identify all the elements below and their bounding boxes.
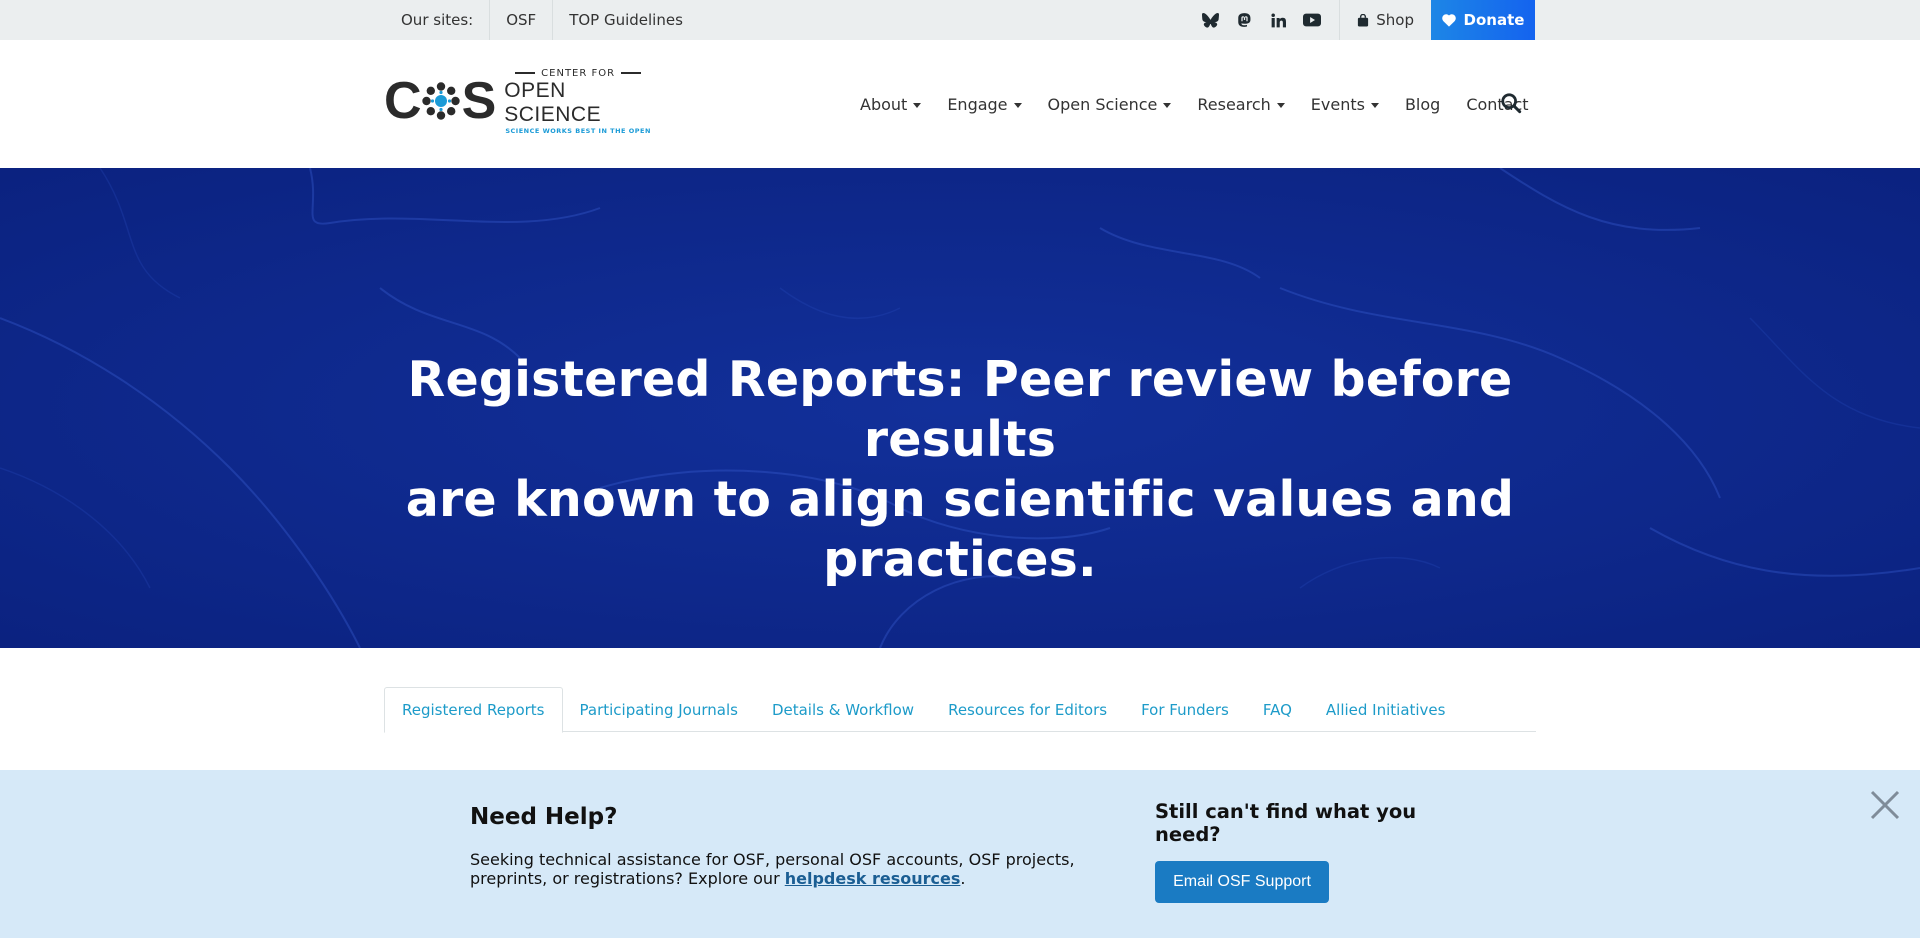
menu-item-events[interactable]: Events: [1311, 95, 1379, 114]
cos-logo[interactable]: C S CENTER FOR OPEN SCIENCE SCIENCE WORK…: [384, 68, 652, 135]
tab-resources-for-editors[interactable]: Resources for Editors: [931, 687, 1124, 732]
helpdesk-resources-link[interactable]: helpdesk resources: [785, 869, 961, 888]
section-tabs: Registered Reports Participating Journal…: [384, 687, 1536, 733]
menu-item-open-science[interactable]: Open Science: [1048, 95, 1172, 114]
hero-title-line-2: are known to align scientific values and…: [405, 471, 1515, 588]
help-contact: Still can't find what you need? Email OS…: [1155, 800, 1435, 903]
heart-icon: [1441, 13, 1456, 27]
tab-faq[interactable]: FAQ: [1246, 687, 1309, 732]
menu-item-label: Open Science: [1047, 94, 1158, 114]
donate-label: Donate: [1463, 11, 1525, 29]
tab-details-workflow[interactable]: Details & Workflow: [755, 687, 931, 732]
menu-item-label: Engage: [947, 94, 1008, 114]
tab-for-funders[interactable]: For Funders: [1124, 687, 1246, 732]
close-help-banner-button[interactable]: [1870, 790, 1900, 820]
mastodon-icon[interactable]: [1235, 11, 1253, 29]
tab-allied-initiatives[interactable]: Allied Initiatives: [1309, 687, 1463, 732]
search-icon: [1501, 93, 1522, 114]
caret-down-icon: [1276, 102, 1285, 108]
menu-item-label: About: [860, 94, 908, 114]
caret-down-icon: [913, 102, 922, 108]
caret-down-icon: [1370, 102, 1379, 108]
search-button[interactable]: [1500, 92, 1524, 116]
youtube-icon[interactable]: [1303, 11, 1322, 29]
help-text: Seeking technical assistance for OSF, pe…: [470, 850, 1110, 888]
site-link-top-guidelines[interactable]: TOP Guidelines: [552, 0, 699, 40]
help-banner: Need Help? Seeking technical assistance …: [0, 770, 1920, 938]
social-links: [1201, 0, 1339, 40]
shop-label: Shop: [1376, 11, 1414, 29]
caret-down-icon: [1163, 102, 1172, 108]
close-icon: [1870, 790, 1900, 820]
hero-title-line-1: Registered Reports: Peer review before r…: [407, 351, 1513, 468]
menu-item-about[interactable]: About: [860, 94, 922, 114]
tab-participating-journals[interactable]: Participating Journals: [563, 687, 755, 732]
our-sites: Our sites: OSF TOP Guidelines: [385, 0, 699, 40]
caret-down-icon: [1013, 102, 1022, 108]
tab-registered-reports[interactable]: Registered Reports: [384, 687, 563, 733]
donate-button[interactable]: Donate: [1431, 0, 1535, 40]
cos-logo-mark: C S: [384, 72, 496, 130]
our-sites-label: Our sites:: [401, 11, 474, 29]
menu-item-engage[interactable]: Engage: [947, 94, 1022, 114]
menu-item-blog[interactable]: Blog: [1405, 95, 1440, 114]
main-navigation: C S CENTER FOR OPEN SCIENCE SCIENCE WORK…: [0, 40, 1920, 168]
menu-item-label: Events: [1310, 94, 1365, 114]
cos-flower-icon: [421, 82, 460, 120]
hero-title: Registered Reports: Peer review before r…: [360, 350, 1560, 590]
linkedin-icon[interactable]: [1269, 11, 1287, 29]
shop-link[interactable]: Shop: [1339, 0, 1431, 40]
logo-tagline: SCIENCE WORKS BEST IN THE OPEN: [505, 126, 651, 135]
help-contact-title: Still can't find what you need?: [1155, 800, 1417, 846]
shopping-bag-icon: [1358, 13, 1369, 27]
help-info: Need Help? Seeking technical assistance …: [470, 804, 1110, 888]
bluesky-icon[interactable]: [1201, 11, 1219, 29]
site-link-osf[interactable]: OSF: [489, 0, 552, 40]
logo-line-center-for: CENTER FOR: [515, 68, 641, 79]
email-osf-support-button[interactable]: Email OSF Support: [1155, 861, 1329, 903]
logo-line-open-science: OPEN SCIENCE: [504, 78, 602, 126]
utility-bar: Our sites: OSF TOP Guidelines Shop Donat…: [0, 0, 1920, 40]
primary-menu: About Engage Open Science Research Event…: [860, 40, 1529, 168]
menu-item-label: Research: [1197, 94, 1271, 114]
hero-banner: Registered Reports: Peer review before r…: [0, 168, 1920, 648]
help-title: Need Help?: [470, 804, 618, 830]
cos-logo-text: CENTER FOR OPEN SCIENCE SCIENCE WORKS BE…: [504, 68, 652, 135]
menu-item-label: Blog: [1404, 94, 1441, 114]
help-text-end: .: [960, 869, 966, 888]
help-text-body: Seeking technical assistance for OSF, pe…: [470, 850, 1075, 888]
menu-item-research[interactable]: Research: [1197, 94, 1285, 114]
